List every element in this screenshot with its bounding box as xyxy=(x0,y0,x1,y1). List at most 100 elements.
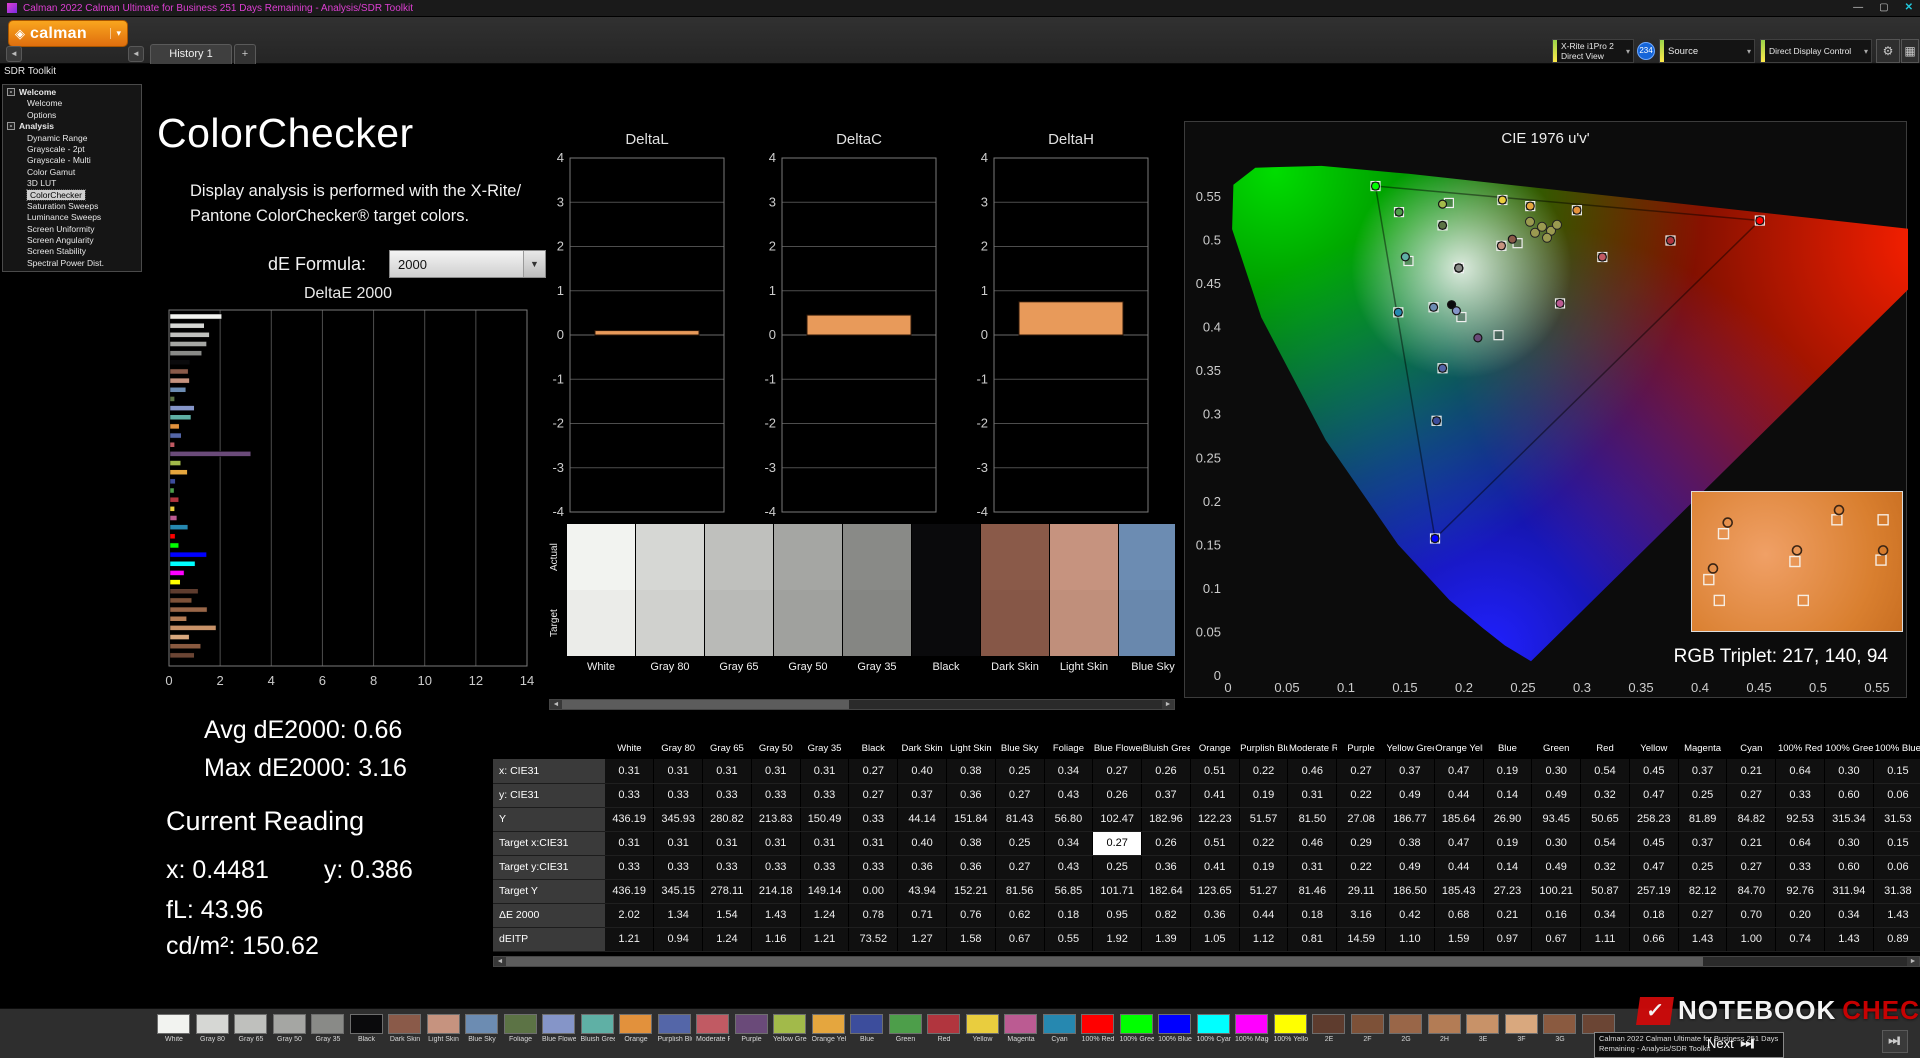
table-cell[interactable]: 102.47 xyxy=(1092,807,1143,832)
pattern-button-dark-skin[interactable]: Dark Skin xyxy=(388,1014,422,1043)
table-cell[interactable]: 100.21 xyxy=(1531,879,1582,904)
table-cell[interactable]: 0.18 xyxy=(1044,903,1094,928)
table-cell[interactable]: 44.14 xyxy=(897,807,947,832)
table-cell[interactable]: 81.46 xyxy=(1287,879,1338,904)
table-cell[interactable]: 0.22 xyxy=(1239,759,1289,784)
table-cell[interactable]: 0.18 xyxy=(1629,903,1679,928)
pattern-button-2f[interactable]: 2F xyxy=(1350,1014,1385,1043)
scroll-left-icon[interactable]: ◄ xyxy=(494,957,506,966)
sidebar-item-colorchecker[interactable]: ColorChecker xyxy=(3,188,141,201)
table-cell[interactable]: 27.23 xyxy=(1483,879,1533,904)
table-cell[interactable]: 0.33 xyxy=(800,783,850,808)
table-cell[interactable]: 214.18 xyxy=(751,879,801,904)
pattern-button-gray-65[interactable]: Gray 65 xyxy=(234,1014,268,1043)
sidebar-item-spectral-power-dist-[interactable]: Spectral Power Dist. xyxy=(3,258,141,269)
settings-gear-button[interactable]: ⚙ xyxy=(1876,39,1900,63)
table-cell[interactable]: 0.36 xyxy=(897,855,947,880)
table-cell[interactable]: 0.34 xyxy=(1580,903,1630,928)
pattern-button-2h[interactable]: 2H xyxy=(1427,1014,1462,1043)
pattern-button-gray-35[interactable]: Gray 35 xyxy=(311,1014,345,1043)
table-cell[interactable]: 31.38 xyxy=(1873,879,1920,904)
table-cell[interactable]: 0.55 xyxy=(1044,927,1094,952)
table-cell[interactable]: 2.02 xyxy=(605,903,655,928)
pattern-button-orange-yellow[interactable]: Orange Yellow xyxy=(811,1014,846,1043)
table-cell[interactable]: 1.05 xyxy=(1190,927,1240,952)
table-cell[interactable]: 0.33 xyxy=(1775,855,1826,880)
table-cell[interactable]: 0.44 xyxy=(1434,783,1484,808)
table-cell[interactable]: 0.47 xyxy=(1434,831,1484,856)
table-cell[interactable]: 0.31 xyxy=(848,831,899,856)
tab-scroll-left-button[interactable]: ◄ xyxy=(128,46,144,62)
calman-menu-button[interactable]: ◈ calman ▾ xyxy=(8,20,128,47)
table-cell[interactable]: 436.19 xyxy=(605,879,655,904)
table-cell[interactable]: 1.12 xyxy=(1239,927,1289,952)
pattern-button-magenta[interactable]: Magenta xyxy=(1004,1014,1038,1043)
table-cell[interactable]: 1.34 xyxy=(653,903,704,928)
table-cell[interactable]: 0.66 xyxy=(1629,927,1679,952)
table-cell[interactable]: 0.19 xyxy=(1239,855,1289,880)
table-cell[interactable]: 0.74 xyxy=(1775,927,1826,952)
table-cell[interactable]: 0.31 xyxy=(751,759,801,784)
sidebar-item-screen-uniformity[interactable]: Screen Uniformity xyxy=(3,224,141,235)
table-cell[interactable]: 182.64 xyxy=(1141,879,1191,904)
table-cell[interactable]: 0.51 xyxy=(1190,759,1240,784)
pattern-button-2g[interactable]: 2G xyxy=(1389,1014,1423,1043)
table-cell[interactable]: 0.31 xyxy=(653,759,704,784)
pattern-button-purple[interactable]: Purple xyxy=(734,1014,769,1043)
table-cell[interactable]: 0.15 xyxy=(1873,759,1920,784)
sidebar-group-welcome[interactable]: - Welcome xyxy=(3,87,141,98)
table-cell[interactable]: 0.33 xyxy=(605,783,655,808)
table-cell[interactable]: 0.26 xyxy=(1141,759,1191,784)
pattern-button-yellow-green[interactable]: Yellow Green xyxy=(773,1014,807,1043)
table-cell[interactable]: 278.11 xyxy=(702,879,752,904)
table-cell[interactable]: 0.49 xyxy=(1531,783,1582,808)
table-cell[interactable]: 0.44 xyxy=(1434,855,1484,880)
table-cell[interactable]: 186.77 xyxy=(1385,807,1435,832)
sidebar-item-options[interactable]: Options xyxy=(3,110,141,121)
table-cell[interactable]: 92.76 xyxy=(1775,879,1826,904)
pattern-button-100-blue[interactable]: 100% Blue xyxy=(1158,1014,1192,1043)
table-cell[interactable]: 0.49 xyxy=(1385,855,1435,880)
table-cell[interactable]: 0.44 xyxy=(1239,903,1289,928)
pattern-button-100-cyan[interactable]: 100% Cyan xyxy=(1196,1014,1231,1043)
table-cell[interactable]: 150.49 xyxy=(800,807,850,832)
table-cell[interactable]: 0.30 xyxy=(1531,831,1582,856)
table-cell[interactable]: 0.46 xyxy=(1287,759,1338,784)
table-cell[interactable]: 0.33 xyxy=(702,783,752,808)
table-cell[interactable]: 257.19 xyxy=(1629,879,1679,904)
table-cell[interactable]: 1.21 xyxy=(605,927,655,952)
sidebar-item-screen-stability[interactable]: Screen Stability xyxy=(3,246,141,257)
scroll-right-icon[interactable]: ► xyxy=(1907,957,1919,966)
source-selector[interactable]: Source ▾ xyxy=(1659,39,1755,63)
table-cell[interactable]: 26.90 xyxy=(1483,807,1533,832)
table-cell[interactable]: 50.65 xyxy=(1580,807,1630,832)
table-cell[interactable]: 0.20 xyxy=(1775,903,1826,928)
table-cell[interactable]: 0.64 xyxy=(1775,759,1826,784)
pattern-advance-button[interactable]: ▶▶▌ xyxy=(1882,1030,1908,1053)
table-cell[interactable]: 0.33 xyxy=(605,855,655,880)
tab-history-1[interactable]: History 1 xyxy=(150,44,232,64)
table-cell[interactable]: 0.21 xyxy=(1726,759,1777,784)
table-cell[interactable]: 0.22 xyxy=(1336,855,1386,880)
table-cell[interactable]: 0.31 xyxy=(1287,855,1338,880)
table-cell[interactable]: 0.49 xyxy=(1385,783,1435,808)
table-cell[interactable]: 1.27 xyxy=(897,927,947,952)
scroll-left-icon[interactable]: ◄ xyxy=(550,700,562,709)
table-cell[interactable]: 0.31 xyxy=(653,831,704,856)
de-formula-select[interactable]: 2000 ▼ xyxy=(389,250,546,278)
pattern-button-blue-flower[interactable]: Blue Flower xyxy=(542,1014,576,1043)
table-cell[interactable]: 122.23 xyxy=(1190,807,1240,832)
table-cell[interactable]: 0.29 xyxy=(1336,831,1386,856)
table-cell[interactable]: 0.41 xyxy=(1190,855,1240,880)
table-cell[interactable]: 0.46 xyxy=(1287,831,1338,856)
table-cell[interactable]: 0.33 xyxy=(702,855,752,880)
pattern-button-green[interactable]: Green xyxy=(888,1014,923,1043)
table-cell[interactable]: 0.25 xyxy=(1678,855,1728,880)
table-cell[interactable]: 185.64 xyxy=(1434,807,1484,832)
table-cell[interactable]: 0.45 xyxy=(1629,759,1679,784)
table-cell[interactable]: 0.89 xyxy=(1873,927,1920,952)
table-cell[interactable]: 0.32 xyxy=(1580,783,1630,808)
scrollbar-thumb[interactable] xyxy=(506,957,1703,966)
sidebar-item-grayscale-2pt[interactable]: Grayscale - 2pt xyxy=(3,144,141,155)
meter-selector[interactable]: X-Rite i1Pro 2 Direct View ▾ xyxy=(1552,39,1634,63)
